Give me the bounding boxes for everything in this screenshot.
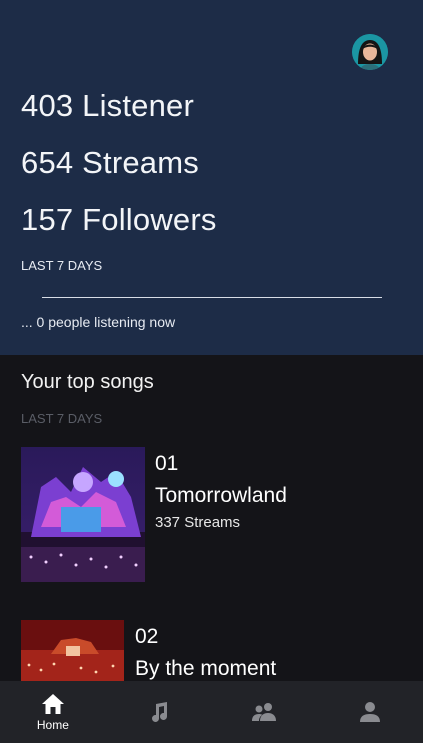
album-art-by-the-moment [21,620,124,681]
song-meta: 02 By the moment [135,625,276,681]
song-title: By the moment [135,657,277,680]
song-rank: 01 [155,452,179,475]
nav-home-label: Home [36,717,69,732]
song-rank: 02 [135,625,159,648]
song-streams: 337 Streams [155,514,241,531]
bottom-navigation: Home [0,681,423,743]
top-songs-heading: Your top songs [21,371,154,393]
nav-home[interactable]: Home [0,681,106,743]
listening-now-text: ... 0 people listening now [21,314,176,330]
divider [42,297,382,298]
people-icon [252,703,277,721]
song-list-item[interactable]: 01 Tomorrowland 337 Streams [21,447,401,582]
avatar[interactable] [352,34,388,70]
person-icon [360,702,381,722]
song-list-item[interactable]: 02 By the moment [21,620,401,681]
home-icon [41,693,64,714]
nav-music[interactable] [106,681,212,743]
album-art-tomorrowland [21,447,145,582]
song-title: Tomorrowland [155,484,287,507]
stream-count: 654 Streams [21,145,199,180]
stats-period-label: LAST 7 DAYS [21,258,103,273]
music-note-icon [151,702,167,722]
nav-profile[interactable] [317,681,423,743]
nav-people[interactable] [212,681,318,743]
stats-header: 403 Listener 654 Streams 157 Followers L… [0,0,423,355]
avatar-image [352,34,388,70]
song-meta: 01 Tomorrowland 337 Streams [155,452,287,531]
top-songs-period-label: LAST 7 DAYS [21,411,103,426]
listener-count: 403 Listener [21,88,195,123]
follower-count: 157 Followers [21,202,217,237]
